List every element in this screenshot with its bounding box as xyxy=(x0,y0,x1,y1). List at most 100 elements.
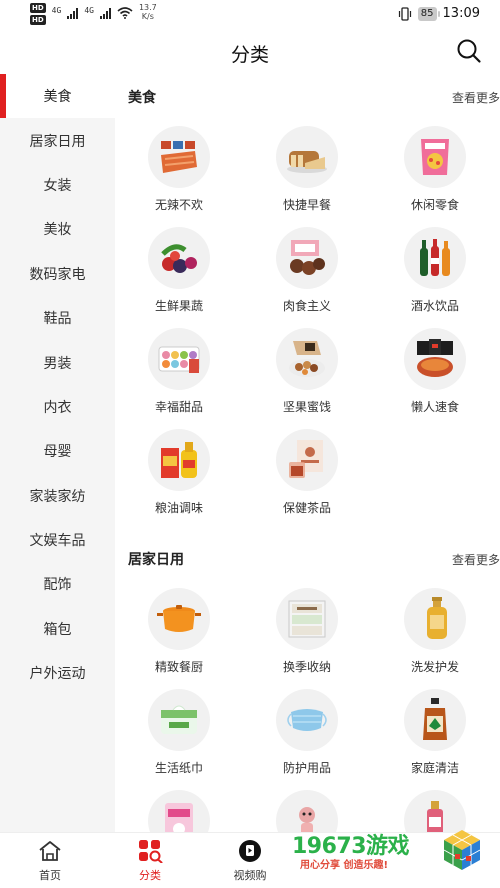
status-clock: 13:09 xyxy=(442,6,480,21)
subcategory-label: 保健茶品 xyxy=(282,501,331,515)
signal-bars-2-icon xyxy=(99,7,111,19)
cube-logo-icon xyxy=(443,830,481,870)
status-right: 85 13:09 xyxy=(398,6,480,21)
subcategory-item[interactable]: 生活纸巾 xyxy=(115,683,243,784)
sidebar-item-label: 数码家电 xyxy=(29,266,86,283)
sidebar-item-food[interactable]: 美食 xyxy=(0,74,115,119)
tissue-pack-icon xyxy=(148,689,210,751)
instant-noodles-icon xyxy=(404,328,466,390)
subcategory-item[interactable]: 生鲜果蔬 xyxy=(115,221,243,322)
bread-icon xyxy=(276,126,338,188)
site-watermark: 19673游戏 用心分享 创造乐趣! xyxy=(286,826,486,876)
page-header: 分类 xyxy=(0,30,500,74)
sidebar-item-bags[interactable]: 箱包 xyxy=(0,607,115,651)
subcategory-grid-home-daily: 精致餐厨 换季收纳 洗发护发 生活纸巾 防护用品 家庭清洁 xyxy=(115,582,500,832)
subcategory-item[interactable]: 无辣不欢 xyxy=(115,120,243,221)
subcategory-label: 无辣不欢 xyxy=(154,198,203,212)
storage-drawer-icon xyxy=(276,588,338,650)
subcategory-item[interactable] xyxy=(115,784,243,832)
cooking-pot-icon xyxy=(148,588,210,650)
section-header-food: 美食 查看更多 xyxy=(115,74,500,120)
sidebar-item-electronics[interactable]: 数码家电 xyxy=(0,252,115,296)
subcategory-item[interactable]: 粮油调味 xyxy=(115,423,243,524)
sidebar-item-label: 家装家纺 xyxy=(29,488,86,505)
nav-home[interactable]: 首页 xyxy=(10,839,90,883)
subcategory-item[interactable]: 休闲零食 xyxy=(371,120,499,221)
subcategory-grid-food: 无辣不欢 快捷早餐 休闲零食 生鲜果蔬 肉食主义 酒水饮品 幸福甜品 坚果蜜饯 … xyxy=(115,120,500,524)
signal-bars-1-icon xyxy=(67,7,79,19)
tea-box-icon xyxy=(276,429,338,491)
sidebar-item-mother-baby[interactable]: 母婴 xyxy=(0,429,115,473)
sidebar-item-accessories[interactable]: 配饰 xyxy=(0,562,115,606)
speed-value: 13.7 xyxy=(138,3,157,12)
subcategory-item[interactable]: 防护用品 xyxy=(243,683,371,784)
subcategory-label: 粮油调味 xyxy=(154,501,203,515)
sidebar-item-mens-wear[interactable]: 男装 xyxy=(0,340,115,384)
subcategory-label: 家庭清洁 xyxy=(410,761,459,775)
view-more-link[interactable]: 查看更多 xyxy=(452,89,500,106)
subcategory-item[interactable] xyxy=(243,784,371,832)
subcategory-item[interactable]: 酒水饮品 xyxy=(371,221,499,322)
subcategory-item[interactable]: 快捷早餐 xyxy=(243,120,371,221)
category-icon xyxy=(139,840,163,863)
subcategory-label: 懒人速食 xyxy=(410,400,459,414)
subcategory-item[interactable]: 换季收纳 xyxy=(243,582,371,683)
sidebar-item-label: 女装 xyxy=(43,177,72,194)
network-type-1: 4G xyxy=(51,6,62,15)
subcategory-item[interactable]: 精致餐厨 xyxy=(115,582,243,683)
sanitary-pad-icon xyxy=(148,790,210,832)
subcategory-label: 休闲零食 xyxy=(410,198,459,212)
subcategory-item[interactable]: 肉食主义 xyxy=(243,221,371,322)
subcategory-item[interactable] xyxy=(371,784,499,832)
nav-video-shop[interactable]: 视频购 xyxy=(210,839,290,883)
nav-label: 视频购 xyxy=(233,869,267,882)
sidebar-item-label: 美食 xyxy=(43,89,72,106)
subcategory-item[interactable]: 懒人速食 xyxy=(371,322,499,423)
status-bar: HD HD 4G 4G 13.7 K/s 85 13:09 xyxy=(0,0,500,30)
subcategory-label: 生活纸巾 xyxy=(154,761,203,775)
section-title: 居家日用 xyxy=(128,552,184,568)
category-content: 美食 查看更多 无辣不欢 快捷早餐 休闲零食 生鲜果蔬 肉食主义 酒水饮品 幸福… xyxy=(115,74,500,832)
sidebar-item-beauty[interactable]: 美妆 xyxy=(0,207,115,251)
sidebar-item-label: 户外运动 xyxy=(29,666,86,683)
search-icon[interactable] xyxy=(456,38,482,64)
sidebar-item-label: 美妆 xyxy=(43,222,72,239)
sidebar-item-home-textiles[interactable]: 家装家纺 xyxy=(0,474,115,518)
sidebar-item-outdoor-sports[interactable]: 户外运动 xyxy=(0,651,115,695)
subcategory-item[interactable]: 洗发护发 xyxy=(371,582,499,683)
sim2-hd-badge: HD xyxy=(30,15,46,25)
sidebar-item-label: 箱包 xyxy=(43,621,72,638)
subcategory-item[interactable]: 家庭清洁 xyxy=(371,683,499,784)
category-sidebar: 美食 居家日用 女装 美妆 数码家电 鞋品 男装 内衣 母婴 家装家纺 文娱车品… xyxy=(0,74,115,832)
shampoo-bottle-icon xyxy=(404,588,466,650)
watermark-slogan: 用心分享 创造乐趣! xyxy=(300,860,389,871)
braised-meat-icon xyxy=(276,227,338,289)
view-more-link[interactable]: 查看更多 xyxy=(452,551,500,568)
status-left: HD HD 4G 4G 13.7 K/s xyxy=(30,3,157,25)
cooking-oil-icon xyxy=(148,429,210,491)
sidebar-item-womens-wear[interactable]: 女装 xyxy=(0,163,115,207)
sidebar-item-underwear[interactable]: 内衣 xyxy=(0,385,115,429)
nav-category[interactable]: 分类 xyxy=(110,839,190,883)
subcategory-item[interactable]: 保健茶品 xyxy=(243,423,371,524)
sidebar-item-label: 配饰 xyxy=(43,577,72,594)
sidebar-item-label: 男装 xyxy=(43,355,72,372)
spicy-snack-icon xyxy=(148,126,210,188)
subcategory-label: 防护用品 xyxy=(282,761,331,775)
sidebar-item-shoes[interactable]: 鞋品 xyxy=(0,296,115,340)
vibrate-icon xyxy=(398,6,411,21)
home-icon xyxy=(39,841,61,861)
subcategory-label: 酒水饮品 xyxy=(410,299,459,313)
disinfectant-bottle-icon xyxy=(404,689,466,751)
chips-bag-icon xyxy=(404,126,466,188)
network-speed: 13.7 K/s xyxy=(139,3,157,21)
speed-unit: K/s xyxy=(141,12,154,21)
sidebar-item-label: 居家日用 xyxy=(29,133,86,150)
subcategory-item[interactable]: 坚果蜜饯 xyxy=(243,322,371,423)
sidebar-item-home-daily[interactable]: 居家日用 xyxy=(0,118,115,162)
nuts-icon xyxy=(276,328,338,390)
subcategory-item[interactable]: 幸福甜品 xyxy=(115,322,243,423)
sidebar-item-entertainment-auto[interactable]: 文娱车品 xyxy=(0,518,115,562)
video-shop-icon xyxy=(239,840,261,862)
section-header-home-daily: 居家日用 查看更多 xyxy=(115,536,500,582)
